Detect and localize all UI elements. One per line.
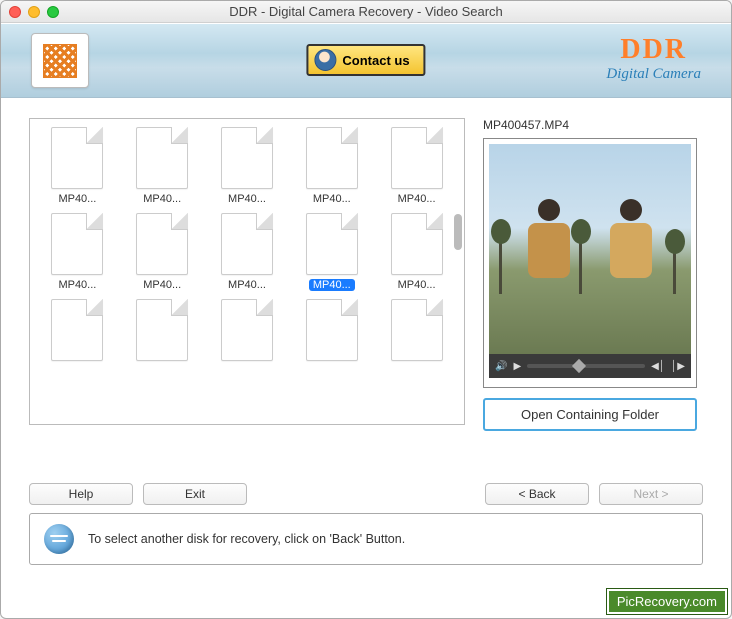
file-item[interactable]: MP40...	[36, 125, 119, 207]
document-icon	[51, 213, 103, 275]
document-icon	[306, 213, 358, 275]
brand-subtitle: Digital Camera	[606, 66, 701, 83]
file-grid: MP40... MP40... MP40... MP40... MP40... MP40.…	[30, 119, 464, 373]
file-item[interactable]: MP40...	[290, 211, 373, 293]
file-item[interactable]	[375, 297, 458, 367]
file-item[interactable]: MP40...	[290, 125, 373, 207]
document-icon	[51, 299, 103, 361]
file-label: MP40...	[54, 193, 100, 205]
document-icon	[391, 299, 443, 361]
tree-icon	[673, 244, 676, 294]
header-banner: Contact us DDR Digital Camera	[1, 23, 731, 98]
info-icon	[44, 524, 74, 554]
file-item[interactable]	[290, 297, 373, 367]
window-title: DDR - Digital Camera Recovery - Video Se…	[1, 4, 731, 19]
scrollbar-thumb[interactable]	[454, 214, 462, 250]
watermark: PicRecovery.com	[607, 589, 727, 614]
file-label: MP40...	[394, 279, 440, 291]
contact-us-button[interactable]: Contact us	[306, 44, 425, 76]
content-area: MP40... MP40... MP40... MP40... MP40... MP40.…	[1, 98, 731, 433]
person-figure	[524, 199, 574, 289]
file-label: MP40...	[224, 279, 270, 291]
file-item[interactable]: MP40...	[36, 211, 119, 293]
file-item[interactable]: MP40...	[375, 125, 458, 207]
file-label: MP40...	[139, 193, 185, 205]
document-icon	[391, 127, 443, 189]
brand-block: DDR Digital Camera	[606, 34, 701, 83]
seek-thumb[interactable]	[572, 359, 586, 373]
tree-icon	[579, 234, 582, 294]
person-icon	[314, 49, 336, 71]
file-label: MP40...	[54, 279, 100, 291]
next-button: Next >	[599, 483, 703, 505]
file-item[interactable]	[121, 297, 204, 367]
person-figure	[606, 199, 656, 289]
titlebar: DDR - Digital Camera Recovery - Video Se…	[1, 1, 731, 23]
preview-filename: MP400457.MP4	[483, 118, 703, 132]
nav-button-row: Help Exit < Back Next >	[1, 483, 731, 505]
file-item[interactable]	[36, 297, 119, 367]
file-label: MP40...	[309, 279, 355, 291]
document-icon	[221, 127, 273, 189]
document-icon	[51, 127, 103, 189]
file-label: MP40...	[309, 193, 355, 205]
volume-icon[interactable]: 🔊	[495, 361, 507, 372]
document-icon	[391, 213, 443, 275]
exit-button[interactable]: Exit	[143, 483, 247, 505]
next-icon[interactable]: │▶	[671, 361, 685, 372]
file-label: MP40...	[139, 279, 185, 291]
app-window: DDR - Digital Camera Recovery - Video Se…	[0, 0, 732, 619]
help-button[interactable]: Help	[29, 483, 133, 505]
document-icon	[306, 127, 358, 189]
brand-name: DDR	[606, 34, 701, 66]
document-icon	[136, 213, 188, 275]
play-icon[interactable]: ▶	[513, 361, 521, 372]
seek-track[interactable]	[527, 364, 645, 368]
file-list-pane: MP40... MP40... MP40... MP40... MP40... MP40.…	[29, 118, 465, 425]
app-logo-icon	[43, 44, 77, 78]
hint-panel: To select another disk for recovery, cli…	[29, 513, 703, 565]
prev-icon[interactable]: ◀│	[651, 361, 665, 372]
document-icon	[306, 299, 358, 361]
preview-frame: 🔊 ▶ ◀│ │▶	[483, 138, 697, 388]
file-label: MP40...	[394, 193, 440, 205]
document-icon	[221, 299, 273, 361]
preview-pane: MP400457.MP4 🔊 ▶ ◀│ │▶ Open Containin	[483, 118, 703, 425]
back-button[interactable]: < Back	[485, 483, 589, 505]
file-item[interactable]: MP40...	[375, 211, 458, 293]
hint-text: To select another disk for recovery, cli…	[88, 532, 405, 546]
document-icon	[136, 299, 188, 361]
video-thumbnail	[489, 144, 691, 354]
tree-icon	[499, 234, 502, 294]
video-controls: 🔊 ▶ ◀│ │▶	[489, 354, 691, 378]
document-icon	[221, 213, 273, 275]
app-logo	[31, 33, 89, 88]
file-item[interactable]: MP40...	[206, 211, 289, 293]
document-icon	[136, 127, 188, 189]
file-label: MP40...	[224, 193, 270, 205]
contact-us-label: Contact us	[342, 53, 409, 68]
open-containing-folder-button[interactable]: Open Containing Folder	[483, 398, 697, 431]
file-item[interactable]: MP40...	[206, 125, 289, 207]
file-item[interactable]: MP40...	[121, 125, 204, 207]
file-item[interactable]	[206, 297, 289, 367]
file-item[interactable]: MP40...	[121, 211, 204, 293]
